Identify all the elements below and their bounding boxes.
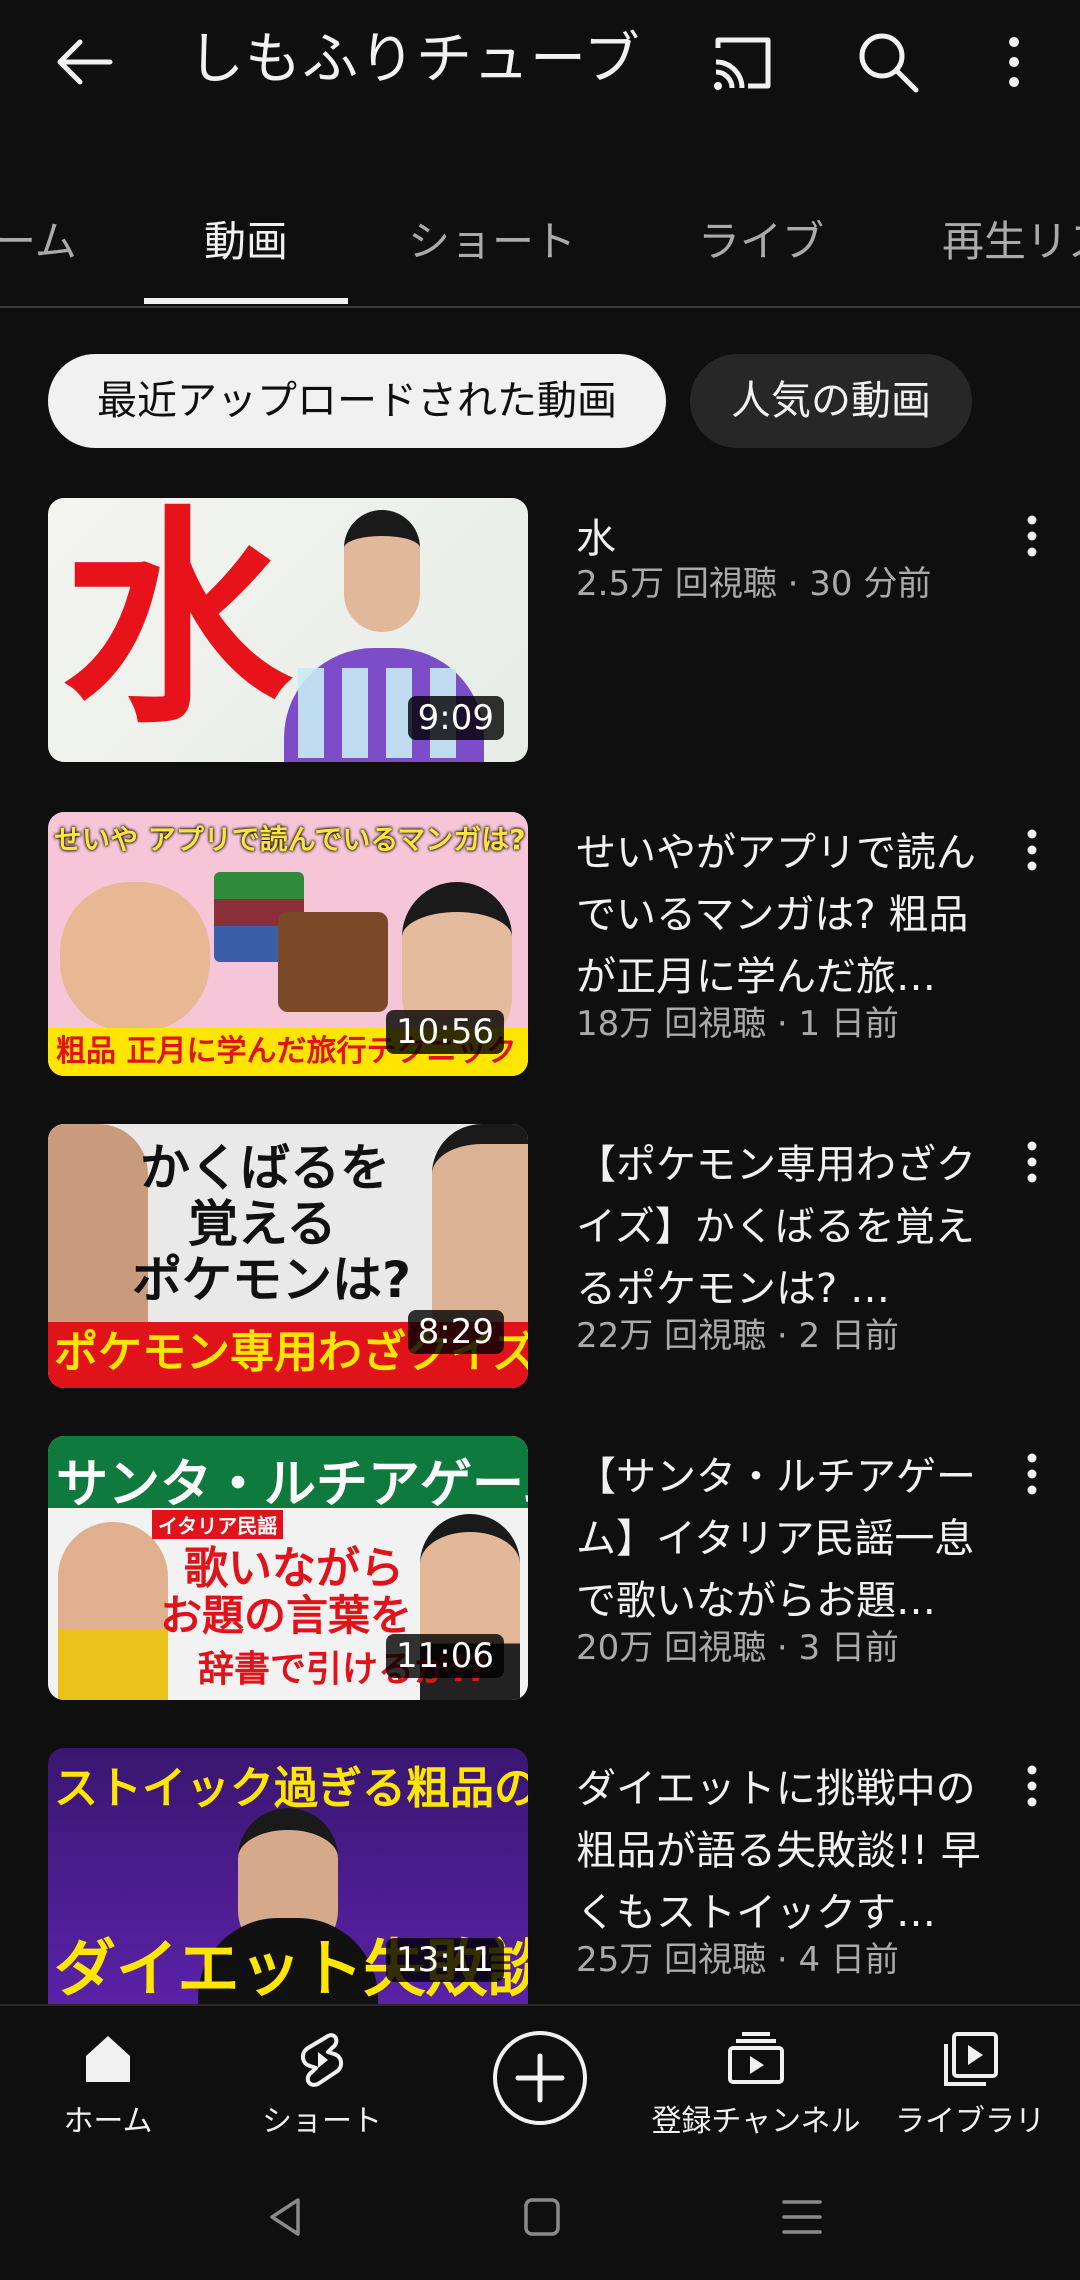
person-figure	[432, 1124, 528, 1334]
nav-library-label: ライブラリ	[895, 2104, 1045, 2139]
video-item[interactable]: サンタ・ルチアゲーム イタリア民謡 歌いながら お題の言葉を 辞書で引けるか!?…	[0, 1436, 1080, 1706]
video-item[interactable]: せいや アプリで読んでいるマンガは? 粗品 正月に学んだ旅行テクニック 10:5…	[0, 812, 1080, 1082]
video-menu-button[interactable]	[1012, 822, 1052, 882]
thumbnail-caption: ストイック過ぎる粗品の	[54, 1763, 528, 1814]
person-figure	[60, 882, 210, 1032]
tab-home[interactable]: ーム	[0, 208, 77, 269]
cast-button[interactable]	[708, 28, 776, 96]
video-item[interactable]: ストイック過ぎる粗品の ダイエット失敗談 13:11 ダイエットに挑戦中の粗品が…	[0, 1748, 1080, 2018]
video-title[interactable]: ダイエットに挑戦中の粗品が語る失敗談!! 早くもストイックす…	[576, 1758, 986, 1944]
subscriptions-icon	[728, 2032, 784, 2084]
video-thumbnail[interactable]: サンタ・ルチアゲーム イタリア民謡 歌いながら お題の言葉を 辞書で引けるか!?…	[48, 1436, 528, 1700]
video-title[interactable]: せいやがアプリで読んでいるマンガは? 粗品が正月に学んだ旅…	[576, 822, 986, 1008]
tab-videos[interactable]: 動画	[204, 208, 288, 269]
video-duration: 9:09	[407, 696, 504, 740]
more-vert-icon	[1027, 829, 1037, 871]
system-back-button[interactable]	[256, 2192, 316, 2242]
triangle-back-icon	[270, 2198, 300, 2236]
more-vert-icon	[1027, 1765, 1037, 1807]
more-vert-icon	[1009, 37, 1019, 87]
thumbnail-caption: せいや アプリで読んでいるマンガは?	[54, 823, 526, 856]
video-menu-button[interactable]	[1012, 1758, 1052, 1818]
video-title[interactable]: 【サンタ・ルチアゲーム】イタリア民謡一息で歌いながらお題…	[576, 1446, 986, 1632]
video-duration: 11:06	[386, 1634, 504, 1678]
menu-lines-icon	[782, 2200, 822, 2234]
more-vert-icon	[1027, 1141, 1037, 1183]
more-vert-icon	[1027, 515, 1037, 557]
thumbnail-caption: ポケモンは?	[132, 1251, 412, 1309]
thumbnail-caption: お題の言葉を	[160, 1591, 413, 1640]
back-arrow-icon	[57, 39, 113, 85]
video-menu-button[interactable]	[1012, 508, 1052, 568]
system-home-button[interactable]	[512, 2192, 572, 2242]
nav-subscriptions-label: 登録チャンネル	[651, 2104, 861, 2139]
library-icon	[944, 2032, 998, 2086]
nav-home-label: ホーム	[63, 2104, 153, 2139]
video-thumbnail[interactable]: かくばるを 覚える ポケモンは? ポケモン専用わざクイズ 8:29	[48, 1124, 528, 1388]
suitcase	[278, 912, 388, 1012]
system-recents-button[interactable]	[772, 2192, 832, 2242]
video-menu-button[interactable]	[1012, 1446, 1052, 1506]
video-duration: 8:29	[407, 1310, 504, 1354]
person-figure	[58, 1522, 168, 1700]
shorts-icon	[301, 2033, 343, 2087]
thumbnail-caption: 水	[62, 498, 293, 755]
nav-shorts[interactable]: ショート	[222, 2006, 422, 2156]
video-thumbnail[interactable]: 水 9:09	[48, 498, 528, 762]
video-item[interactable]: 水 9:09 水 2.5万 回視聴 · 30 分前	[0, 498, 1080, 768]
nav-home[interactable]: ホーム	[8, 2006, 208, 2156]
chip-popular[interactable]: 人気の動画	[690, 354, 972, 448]
video-duration: 13:11	[386, 1938, 504, 1982]
person-head	[344, 510, 420, 632]
system-navigation-bar	[0, 2154, 1080, 2280]
home-icon	[86, 2036, 130, 2082]
video-title[interactable]: 【ポケモン専用わざクイズ】かくばるを覚えるポケモンは? …	[576, 1134, 986, 1320]
video-menu-button[interactable]	[1012, 1134, 1052, 1194]
nav-create[interactable]	[440, 2006, 640, 2156]
active-tab-indicator	[144, 298, 348, 304]
search-button[interactable]	[854, 28, 922, 96]
video-meta: 20万 回視聴 · 3 日前	[576, 1628, 899, 1668]
video-item[interactable]: かくばるを 覚える ポケモンは? ポケモン専用わざクイズ 8:29 【ポケモン専…	[0, 1124, 1080, 1394]
bottom-navigation: ホーム ショート 登録チャンネル ライブラリ	[0, 2004, 1080, 2156]
more-vert-icon	[1027, 1453, 1037, 1495]
video-thumbnail[interactable]: ストイック過ぎる粗品の ダイエット失敗談 13:11	[48, 1748, 528, 2004]
tab-live[interactable]: ライブ	[698, 208, 824, 269]
channel-title: しもふりチューブ	[188, 27, 641, 92]
thumbnail-caption: サンタ・ルチアゲーム	[56, 1455, 528, 1515]
chip-recently-uploaded[interactable]: 最近アップロードされた動画	[48, 354, 666, 448]
video-meta: 22万 回視聴 · 2 日前	[576, 1316, 899, 1356]
nav-subscriptions[interactable]: 登録チャンネル	[651, 2006, 861, 2156]
video-thumbnail[interactable]: せいや アプリで読んでいるマンガは? 粗品 正月に学んだ旅行テクニック 10:5…	[48, 812, 528, 1076]
search-icon	[859, 33, 919, 93]
back-button[interactable]	[52, 30, 116, 94]
nav-library[interactable]: ライブラリ	[870, 2006, 1070, 2156]
cast-icon	[714, 37, 771, 90]
create-plus-icon	[493, 2031, 587, 2125]
channel-tabs: ーム 動画 ショート ライブ 再生リス	[0, 190, 1080, 308]
more-options-button[interactable]	[990, 30, 1038, 94]
video-meta: 25万 回視聴 · 4 日前	[576, 1940, 899, 1980]
video-duration: 10:56	[386, 1010, 504, 1054]
video-meta: 2.5万 回視聴 · 30 分前	[576, 564, 932, 604]
top-app-bar: しもふりチューブ	[0, 0, 1080, 120]
video-meta: 18万 回視聴 · 1 日前	[576, 1004, 899, 1044]
tab-shorts[interactable]: ショート	[408, 208, 576, 269]
nav-shorts-label: ショート	[262, 2104, 382, 2139]
tab-playlists[interactable]: 再生リス	[942, 208, 1080, 269]
square-home-icon	[524, 2198, 560, 2236]
